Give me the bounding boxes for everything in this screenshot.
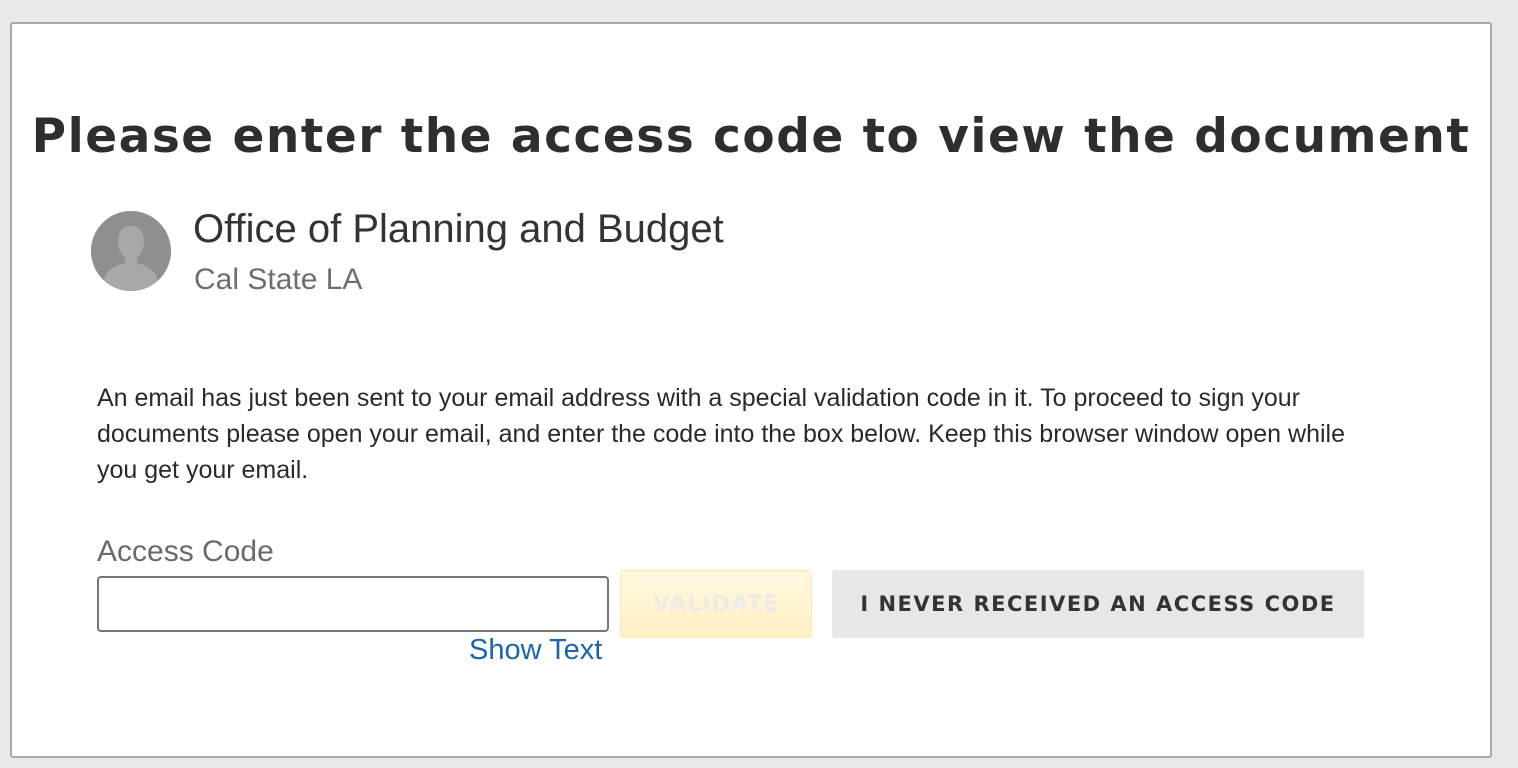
page-title: Please enter the access code to view the… (31, 109, 1471, 164)
user-silhouette-icon (91, 211, 171, 291)
no-access-code-button[interactable]: I NEVER RECEIVED AN ACCESS CODE (832, 570, 1364, 638)
access-code-card: Please enter the access code to view the… (10, 22, 1492, 758)
access-code-input[interactable] (97, 576, 609, 632)
validate-button[interactable]: VALIDATE (620, 570, 812, 638)
instructions-text: An email has just been sent to your emai… (97, 384, 1345, 484)
access-code-label: Access Code (97, 535, 274, 568)
show-text-link[interactable]: Show Text (469, 634, 602, 667)
sender-organization: Cal State LA (194, 263, 363, 296)
sender-name: Office of Planning and Budget (193, 207, 724, 251)
